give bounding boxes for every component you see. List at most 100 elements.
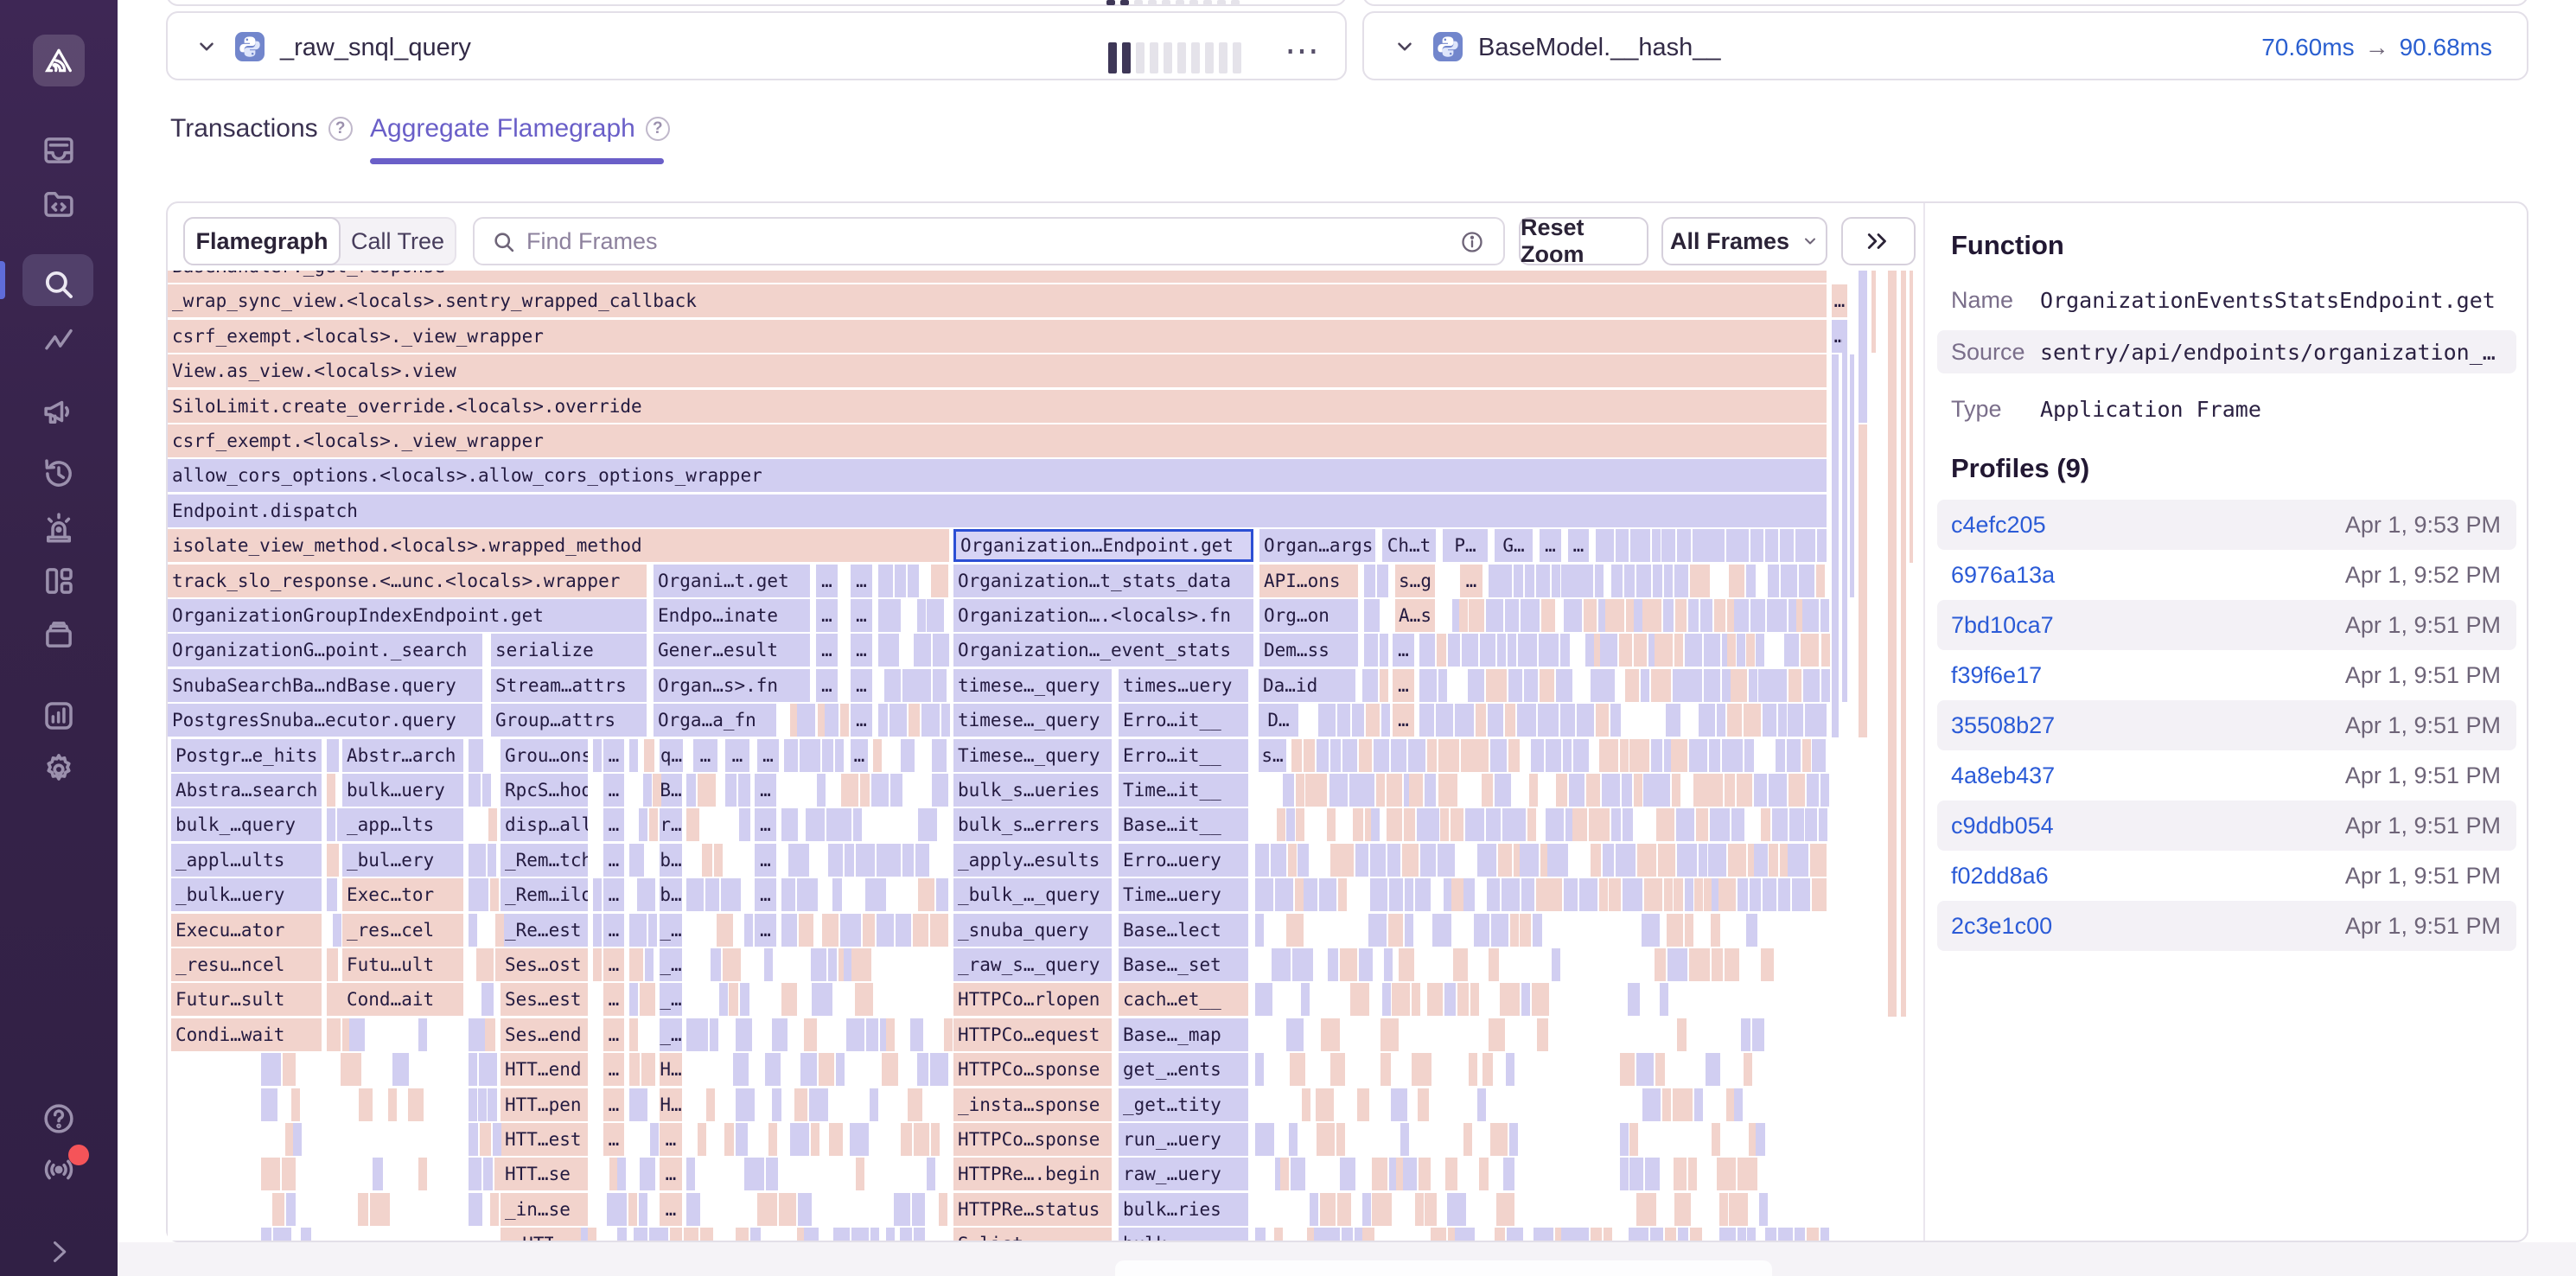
flame-frame[interactable] bbox=[1812, 739, 1826, 772]
flame-frame[interactable] bbox=[653, 774, 661, 807]
flame-frame[interactable]: B… bbox=[660, 774, 682, 807]
flame-frame[interactable] bbox=[1712, 1123, 1720, 1156]
flame-frame[interactable] bbox=[1296, 808, 1304, 841]
flame-frame[interactable]: _raw_s…_query bbox=[953, 948, 1112, 981]
flame-frame[interactable] bbox=[1781, 565, 1796, 597]
flame-frame[interactable] bbox=[1336, 1123, 1345, 1156]
flame-frame[interactable] bbox=[1610, 704, 1621, 737]
flame-frame[interactable] bbox=[1505, 704, 1515, 737]
flame-frame[interactable]: HTT…est bbox=[501, 1123, 588, 1156]
flame-frame[interactable] bbox=[901, 739, 915, 772]
flame-frame[interactable] bbox=[1820, 599, 1829, 632]
flame-frame[interactable] bbox=[1717, 1158, 1735, 1190]
flame-frame[interactable] bbox=[772, 1088, 782, 1121]
flame-frame[interactable] bbox=[800, 739, 820, 772]
flame-frame[interactable] bbox=[1436, 704, 1453, 737]
flame-frame[interactable]: Group…attrs bbox=[491, 704, 647, 737]
flame-frame[interactable] bbox=[846, 1018, 864, 1051]
flame-frame[interactable] bbox=[649, 1228, 668, 1241]
flame-frame[interactable] bbox=[744, 1158, 763, 1190]
flame-frame[interactable]: Execu…ator bbox=[171, 914, 322, 947]
flame-frame[interactable] bbox=[1264, 983, 1272, 1016]
flame-fragment-column[interactable] bbox=[1850, 354, 1854, 597]
flame-frame[interactable] bbox=[1672, 774, 1680, 807]
flame-frame[interactable] bbox=[940, 634, 949, 667]
flame-frame[interactable] bbox=[1527, 808, 1536, 841]
flame-frame[interactable] bbox=[1752, 1018, 1763, 1051]
flame-frame[interactable] bbox=[840, 704, 849, 737]
flame-frame[interactable] bbox=[1690, 1228, 1702, 1241]
flame-frame[interactable] bbox=[1419, 634, 1435, 667]
flame-frame[interactable] bbox=[1807, 774, 1818, 807]
flame-frame[interactable] bbox=[1597, 669, 1615, 702]
flame-frame[interactable] bbox=[1765, 1228, 1777, 1241]
flame-frame[interactable] bbox=[593, 914, 602, 947]
flame-frame[interactable] bbox=[1644, 878, 1662, 911]
flame-frame[interactable] bbox=[1749, 669, 1757, 702]
flame-frame[interactable] bbox=[341, 1053, 361, 1086]
flame-frame[interactable]: disp…all bbox=[501, 808, 588, 841]
flame-frame[interactable] bbox=[1738, 1158, 1757, 1190]
flame-frame[interactable] bbox=[349, 1018, 365, 1051]
flame-frame[interactable] bbox=[914, 1123, 929, 1156]
flame-frame[interactable] bbox=[1756, 1123, 1765, 1156]
flame-frame[interactable] bbox=[1338, 878, 1347, 911]
flame-frame[interactable] bbox=[1744, 739, 1754, 772]
flame-frame[interactable] bbox=[1412, 1053, 1431, 1086]
flame-frame[interactable]: OrganizationG…point._search bbox=[168, 634, 482, 667]
flame-frame[interactable] bbox=[261, 1053, 281, 1086]
flame-frame[interactable] bbox=[692, 1018, 708, 1051]
flame-frame[interactable] bbox=[1821, 669, 1830, 702]
flame-frame[interactable] bbox=[1286, 914, 1295, 947]
flame-frame[interactable] bbox=[485, 1018, 495, 1051]
flame-frame[interactable] bbox=[1507, 1228, 1524, 1241]
flame-frame[interactable] bbox=[860, 774, 870, 807]
flame-frame[interactable] bbox=[1629, 1228, 1648, 1241]
flame-frame[interactable]: Exec…tor bbox=[342, 878, 463, 911]
flame-frame[interactable] bbox=[1521, 878, 1534, 911]
flame-frame[interactable] bbox=[490, 878, 499, 911]
flame-frame[interactable]: _insta…sponse bbox=[953, 1088, 1112, 1121]
flame-frame[interactable] bbox=[1561, 565, 1570, 597]
flame-frame[interactable] bbox=[1384, 948, 1393, 981]
flame-frame[interactable]: … bbox=[603, 1018, 624, 1051]
sidebar-item-issues[interactable] bbox=[0, 126, 118, 175]
flame-frame[interactable] bbox=[1291, 739, 1302, 772]
flame-frame[interactable] bbox=[1754, 774, 1768, 807]
flame-frame[interactable] bbox=[858, 1228, 869, 1241]
flame-frame[interactable] bbox=[901, 1123, 913, 1156]
flame-frame[interactable] bbox=[1725, 774, 1736, 807]
flame-frame[interactable] bbox=[1596, 704, 1610, 737]
function-card-raw-snql-query[interactable]: _raw_snql_query ⋯ bbox=[166, 11, 1347, 80]
flame-frame[interactable] bbox=[863, 914, 875, 947]
flame-frame[interactable] bbox=[1371, 808, 1380, 841]
flame-frame[interactable] bbox=[1340, 948, 1358, 981]
profile-link[interactable]: f02dd8a6 bbox=[1951, 863, 2049, 890]
flame-frame[interactable]: _in…se bbox=[501, 1193, 588, 1226]
flame-frame[interactable] bbox=[796, 844, 809, 877]
flame-frame[interactable]: … bbox=[693, 739, 717, 772]
flame-frame[interactable] bbox=[1676, 808, 1694, 841]
flame-frame[interactable] bbox=[912, 1193, 925, 1226]
sidebar-item-metrics[interactable] bbox=[0, 316, 118, 365]
flame-frame[interactable]: HTTPCo…sponse bbox=[953, 1053, 1112, 1086]
flame-frame[interactable] bbox=[1329, 774, 1348, 807]
flame-frame[interactable]: … bbox=[755, 914, 776, 947]
flame-frame[interactable]: … bbox=[1568, 529, 1589, 562]
function-card-basemodel-hash[interactable]: BaseModel.__hash__ 70.60ms → 90.68ms bbox=[1362, 11, 2528, 80]
flame-frame[interactable] bbox=[1596, 529, 1614, 562]
flame-frame[interactable] bbox=[1628, 983, 1640, 1016]
flame-frame[interactable] bbox=[469, 1193, 482, 1226]
flame-frame[interactable] bbox=[388, 1088, 397, 1121]
flame-frame[interactable] bbox=[1641, 669, 1650, 702]
sentry-logo[interactable] bbox=[33, 35, 85, 86]
flame-frame[interactable] bbox=[1438, 669, 1447, 702]
flame-frame[interactable]: bulk…uery bbox=[342, 774, 463, 807]
search-input[interactable] bbox=[526, 219, 1443, 264]
flame-frame[interactable] bbox=[1457, 983, 1469, 1016]
flame-frame[interactable] bbox=[1312, 774, 1327, 807]
flame-frame[interactable] bbox=[1712, 669, 1720, 702]
flame-frame[interactable] bbox=[1493, 599, 1502, 632]
flame-frame[interactable] bbox=[1727, 634, 1736, 667]
flame-frame[interactable] bbox=[750, 1228, 762, 1241]
